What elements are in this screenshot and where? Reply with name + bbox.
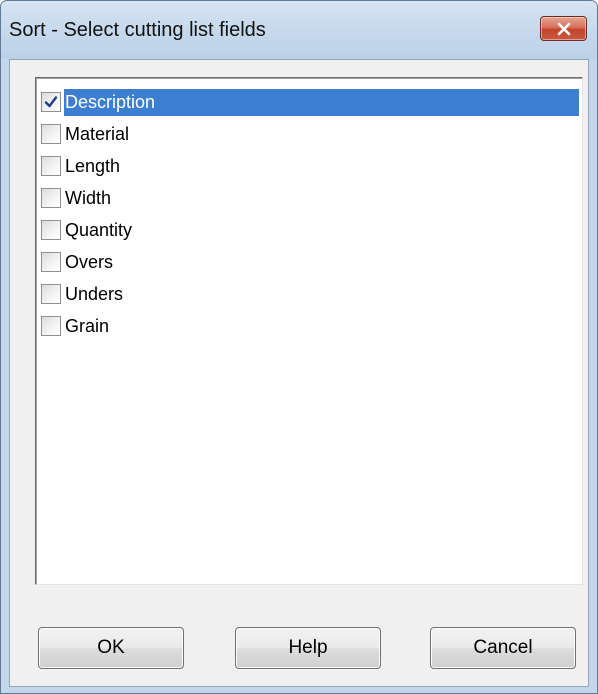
checkbox-overs[interactable]: [41, 252, 61, 272]
close-button[interactable]: [540, 16, 587, 41]
help-button[interactable]: Help: [235, 627, 381, 669]
checkbox-unders[interactable]: [41, 284, 61, 304]
button-row: OK Help Cancel: [10, 627, 588, 671]
checkbox-width[interactable]: [41, 188, 61, 208]
list-item-description[interactable]: Description: [40, 86, 579, 118]
checkbox-description[interactable]: [41, 92, 61, 112]
dialog-window: Sort - Select cutting list fields Descri…: [0, 0, 598, 694]
list-item-overs[interactable]: Overs: [40, 246, 579, 278]
window-title: Sort - Select cutting list fields: [9, 19, 266, 41]
checkbox-length[interactable]: [41, 156, 61, 176]
checkbox-grain[interactable]: [41, 316, 61, 336]
dialog-body: Description Material Length Width Quanti…: [9, 59, 589, 687]
fields-list: Description Material Length Width Quanti…: [40, 86, 579, 342]
fields-listbox[interactable]: Description Material Length Width Quanti…: [35, 77, 583, 585]
list-item-quantity[interactable]: Quantity: [40, 214, 579, 246]
title-bar[interactable]: Sort - Select cutting list fields: [1, 1, 597, 59]
list-item-label: Description: [64, 88, 579, 116]
list-item-label: Material: [65, 123, 130, 144]
list-item-length[interactable]: Length: [40, 150, 579, 182]
cancel-button[interactable]: Cancel: [430, 627, 576, 669]
checkmark-icon: [44, 96, 58, 108]
list-item-label: Width: [65, 187, 112, 208]
checkbox-material[interactable]: [41, 124, 61, 144]
list-item-label: Unders: [65, 283, 124, 304]
list-item-unders[interactable]: Unders: [40, 278, 579, 310]
list-item-label: Overs: [65, 251, 114, 272]
list-item-label: Quantity: [65, 219, 133, 240]
close-x-icon: [557, 22, 570, 35]
list-item-material[interactable]: Material: [40, 118, 579, 150]
list-item-width[interactable]: Width: [40, 182, 579, 214]
list-item-label: Length: [65, 155, 121, 176]
checkbox-quantity[interactable]: [41, 220, 61, 240]
ok-button[interactable]: OK: [38, 627, 184, 669]
list-item-label: Grain: [65, 315, 110, 336]
list-item-grain[interactable]: Grain: [40, 310, 579, 342]
